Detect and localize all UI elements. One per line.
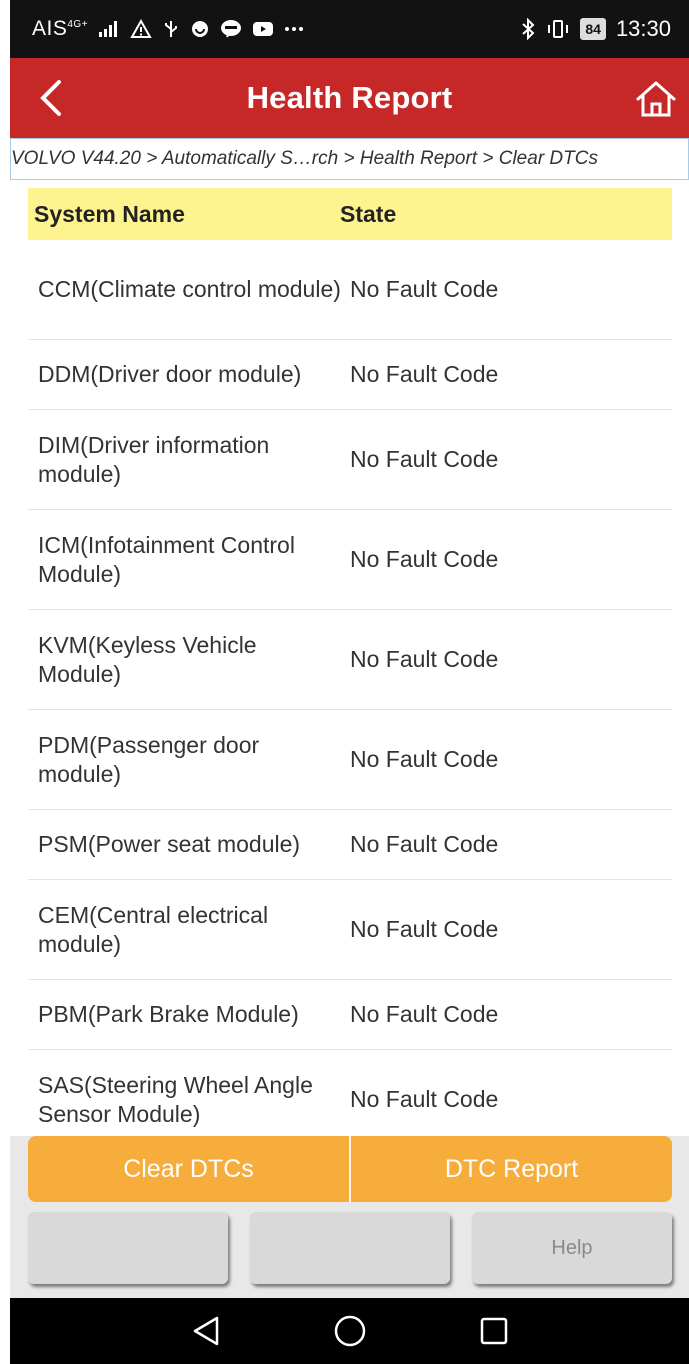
system-table[interactable]: System Name State CCM(Climate control mo… <box>28 188 672 1136</box>
circle-home-icon <box>334 1315 365 1347</box>
primary-actions: Clear DTCs DTC Report <box>28 1136 672 1202</box>
app-bar: Health Report <box>10 58 689 138</box>
state-cell: No Fault Code <box>350 916 499 942</box>
table-row[interactable]: KVM(Keyless Vehicle Module) No Fault Cod… <box>28 610 672 710</box>
app-notification-icon <box>190 19 210 39</box>
clock: 13:30 <box>615 16 671 41</box>
state-cell: No Fault Code <box>350 831 499 857</box>
line-icon <box>220 19 242 39</box>
vibrate-icon <box>546 19 570 39</box>
help-button[interactable]: Help <box>472 1212 672 1284</box>
chevron-left-icon <box>40 80 61 116</box>
action-bar: Clear DTCs DTC Report Help <box>10 1136 689 1298</box>
system-name-cell: DDM(Driver door module) <box>38 361 302 387</box>
table-row[interactable]: PDM(Passenger door module) No Fault Code <box>28 710 672 810</box>
state-cell: No Fault Code <box>350 746 499 772</box>
breadcrumb: VOLVO V44.20 > Automatically S…rch > Hea… <box>10 138 689 180</box>
table-row[interactable]: PBM(Park Brake Module) No Fault Code <box>28 980 672 1050</box>
more-icon <box>284 26 304 32</box>
system-name-cell: PSM(Power seat module) <box>38 831 301 857</box>
state-cell: No Fault Code <box>350 546 499 572</box>
home-button[interactable] <box>633 76 679 122</box>
system-name-cell: CEM(Central electrical module) <box>38 901 269 957</box>
status-bar: AIS4G+ 84 13:30 <box>10 0 689 58</box>
carrier-label: AIS4G+ <box>32 17 89 40</box>
usb-icon <box>162 19 180 39</box>
battery-icon: 84 <box>580 18 606 40</box>
blank-button-2[interactable] <box>250 1212 450 1284</box>
youtube-icon <box>252 20 274 38</box>
system-nav-bar <box>10 1298 689 1364</box>
table-row[interactable]: DDM(Driver door module) No Fault Code <box>28 340 672 410</box>
page-title: Health Report <box>246 80 453 115</box>
table-row[interactable]: SAS(Steering Wheel Angle Sensor Module) … <box>28 1050 672 1136</box>
table-row[interactable]: CEM(Central electrical module) No Fault … <box>28 880 672 980</box>
system-name-cell: ICM(Infotainment Control Module) <box>38 531 295 587</box>
nav-recents-button[interactable] <box>422 1298 566 1364</box>
system-name-cell: DIM(Driver information module) <box>38 431 270 487</box>
column-header-system-name: System Name <box>34 200 185 227</box>
state-cell: No Fault Code <box>350 361 499 387</box>
table-row[interactable]: CCM(Climate control module) No Fault Cod… <box>28 240 672 340</box>
app-frame: AIS4G+ 84 13:30 Health Report VOLVO V44.… <box>10 0 689 1364</box>
status-right: 84 13:30 <box>520 16 671 42</box>
table-row[interactable]: ICM(Infotainment Control Module) No Faul… <box>28 510 672 610</box>
triangle-back-icon <box>193 1316 218 1346</box>
table-row[interactable]: PSM(Power seat module) No Fault Code <box>28 810 672 880</box>
square-recents-icon <box>480 1317 507 1345</box>
dtc-report-button[interactable]: DTC Report <box>349 1136 672 1202</box>
back-button[interactable] <box>30 78 70 118</box>
table-row[interactable]: DIM(Driver information module) No Fault … <box>28 410 672 510</box>
warning-icon <box>130 19 152 39</box>
system-name-cell: PBM(Park Brake Module) <box>38 1001 299 1027</box>
secondary-actions: Help <box>28 1212 672 1286</box>
state-cell: No Fault Code <box>350 276 499 302</box>
status-left: AIS4G+ <box>32 17 304 41</box>
breadcrumb-text: VOLVO V44.20 > Automatically S…rch > Hea… <box>11 148 598 169</box>
system-name-cell: PDM(Passenger door module) <box>38 731 260 787</box>
nav-back-button[interactable] <box>134 1298 278 1364</box>
system-name-cell: KVM(Keyless Vehicle Module) <box>38 631 257 687</box>
blank-button-1[interactable] <box>28 1212 228 1284</box>
state-cell: No Fault Code <box>350 646 499 672</box>
system-name-cell: CCM(Climate control module) <box>38 276 341 302</box>
table-header: System Name State <box>28 188 672 240</box>
column-header-state: State <box>340 200 397 227</box>
home-icon <box>636 81 676 117</box>
system-name-cell: SAS(Steering Wheel Angle Sensor Module) <box>38 1071 313 1127</box>
bluetooth-icon <box>520 18 536 40</box>
nav-home-button[interactable] <box>278 1298 422 1364</box>
state-cell: No Fault Code <box>350 1086 499 1112</box>
signal-icon <box>98 20 120 38</box>
state-cell: No Fault Code <box>350 446 499 472</box>
state-cell: No Fault Code <box>350 1001 499 1027</box>
clear-dtcs-button[interactable]: Clear DTCs <box>28 1136 349 1202</box>
